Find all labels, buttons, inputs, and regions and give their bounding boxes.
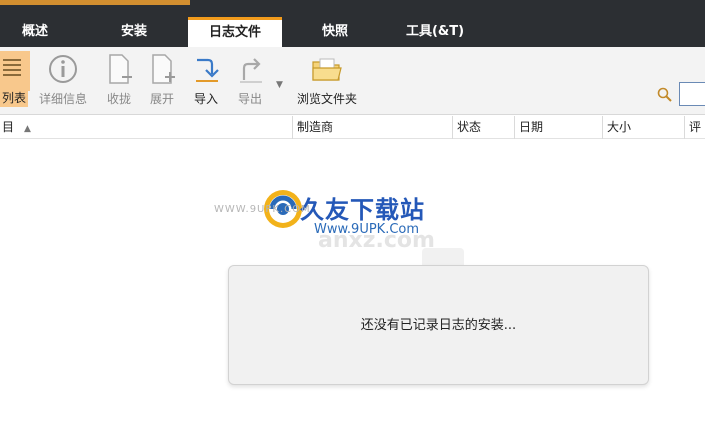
- import-arrow-icon: [196, 58, 219, 82]
- column-manufacturer[interactable]: 制造商: [292, 116, 452, 139]
- column-status[interactable]: 状态: [452, 116, 514, 139]
- tab-logfiles[interactable]: 日志文件: [188, 17, 282, 47]
- sort-ascending-icon: ▲: [24, 124, 31, 134]
- empty-state-message: 还没有已记录日志的安装...: [360, 318, 517, 333]
- empty-state-panel: 还没有已记录日志的安装...: [228, 265, 649, 385]
- list-view-button[interactable]: [0, 51, 30, 91]
- info-icon: [49, 55, 77, 83]
- import-button[interactable]: 导入: [188, 52, 224, 112]
- watermark-brand: 久友下载站: [300, 196, 425, 224]
- column-name[interactable]: 目 ▲: [0, 116, 292, 139]
- details-label: 详细信息: [38, 92, 87, 106]
- column-header: 目 ▲ 制造商 状态 日期 大小 评: [0, 116, 705, 139]
- search-icon: [657, 87, 672, 102]
- export-button[interactable]: 导出: [230, 52, 270, 112]
- expand-label: 展开: [149, 92, 174, 106]
- tab-tools[interactable]: 工具(&T): [394, 17, 476, 47]
- collapse-doc-icon: [109, 54, 132, 84]
- tab-installs[interactable]: 安装: [98, 17, 170, 47]
- expand-doc-icon: [152, 54, 175, 84]
- expand-button[interactable]: 展开: [143, 52, 181, 112]
- collapse-button[interactable]: 收拢: [100, 52, 138, 112]
- search-input[interactable]: [679, 82, 705, 106]
- toolbar: 详细信息 收拢 展开 导入 导出 ▼ 浏览文件夹: [0, 47, 705, 115]
- browse-folder-label: 浏览文件夹: [296, 92, 357, 106]
- column-date[interactable]: 日期: [514, 116, 602, 139]
- collapse-label: 收拢: [106, 92, 131, 106]
- column-name-label: 目: [2, 120, 15, 134]
- folder-icon: [312, 58, 342, 81]
- top-tab-bar: 概述 安装 日志文件 快照 工具(&T): [0, 0, 705, 47]
- app-window: 概述 安装 日志文件 快照 工具(&T) 详细信息 收拢 展开 导入 导出 ▼ …: [0, 0, 705, 426]
- list-icon: [3, 59, 21, 76]
- tab-snapshots[interactable]: 快照: [300, 17, 370, 47]
- list-view-label: 列表: [0, 89, 29, 107]
- column-size[interactable]: 大小: [602, 116, 684, 139]
- browse-folder-button[interactable]: 浏览文件夹: [290, 52, 364, 112]
- tab-overview[interactable]: 概述: [0, 17, 70, 47]
- watermark-url: Www.9UPK.Com: [314, 222, 420, 237]
- export-label: 导出: [237, 92, 262, 106]
- watermark-site: WWW.9UPK.COM: [214, 204, 311, 215]
- column-rating[interactable]: 评: [684, 116, 705, 139]
- import-label: 导入: [193, 92, 218, 106]
- details-button[interactable]: 详细信息: [34, 52, 92, 112]
- brand-strip: [0, 0, 190, 5]
- export-dropdown-icon[interactable]: ▼: [276, 80, 283, 90]
- export-arrow-icon: [240, 58, 262, 83]
